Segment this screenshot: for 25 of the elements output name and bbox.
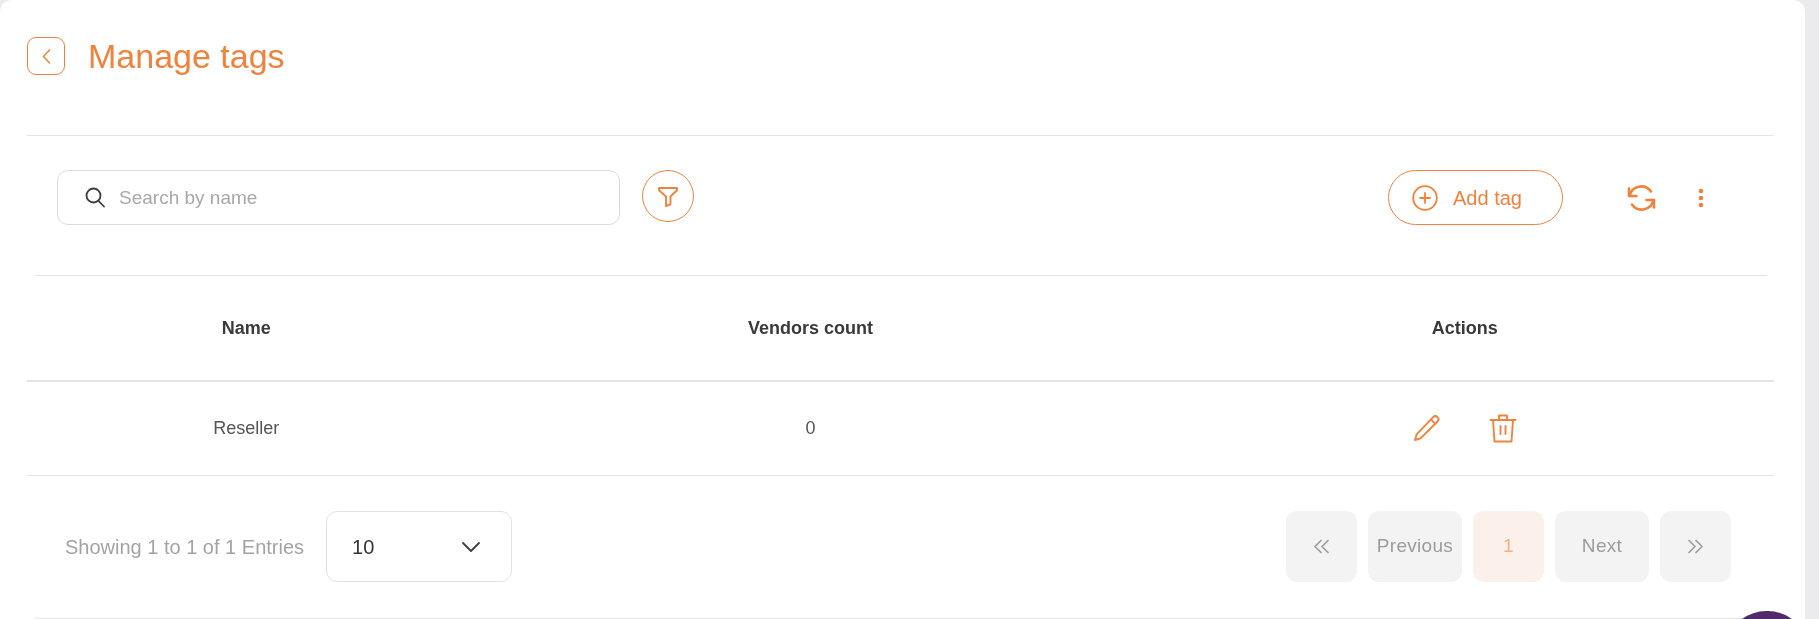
- chevron-down-icon: [462, 541, 481, 552]
- table-cell: Reseller: [27, 381, 466, 475]
- pencil-icon[interactable]: [1412, 414, 1440, 442]
- table-cell: 0: [465, 381, 1156, 475]
- page-size-select[interactable]: 10: [326, 511, 513, 582]
- filter-icon: [657, 185, 679, 207]
- floating-button[interactable]: [1742, 611, 1792, 619]
- filter-button[interactable]: [642, 170, 694, 222]
- column-header: Actions: [1155, 276, 1774, 381]
- chevron-left-icon: [41, 48, 51, 64]
- page-title: Manage tags: [88, 37, 285, 75]
- back-button[interactable]: [27, 37, 65, 75]
- refresh-icon[interactable]: [1626, 183, 1657, 213]
- add-tag-button[interactable]: Add tag: [1388, 170, 1563, 225]
- search-icon: [85, 187, 105, 208]
- double-chevron-right-icon: [1687, 539, 1704, 554]
- page-number-button[interactable]: 1: [1473, 511, 1544, 582]
- column-header: Name: [27, 276, 466, 381]
- trash-icon[interactable]: [1488, 412, 1517, 444]
- search-field[interactable]: Search by name: [57, 170, 620, 225]
- column-header: Vendors count: [465, 276, 1156, 381]
- entries-summary: Showing 1 to 1 of 1 Entries: [65, 534, 305, 560]
- plus-circle-icon: [1412, 184, 1438, 211]
- kebab-menu-icon[interactable]: [1698, 188, 1704, 208]
- double-chevron-left-icon: [1313, 539, 1330, 554]
